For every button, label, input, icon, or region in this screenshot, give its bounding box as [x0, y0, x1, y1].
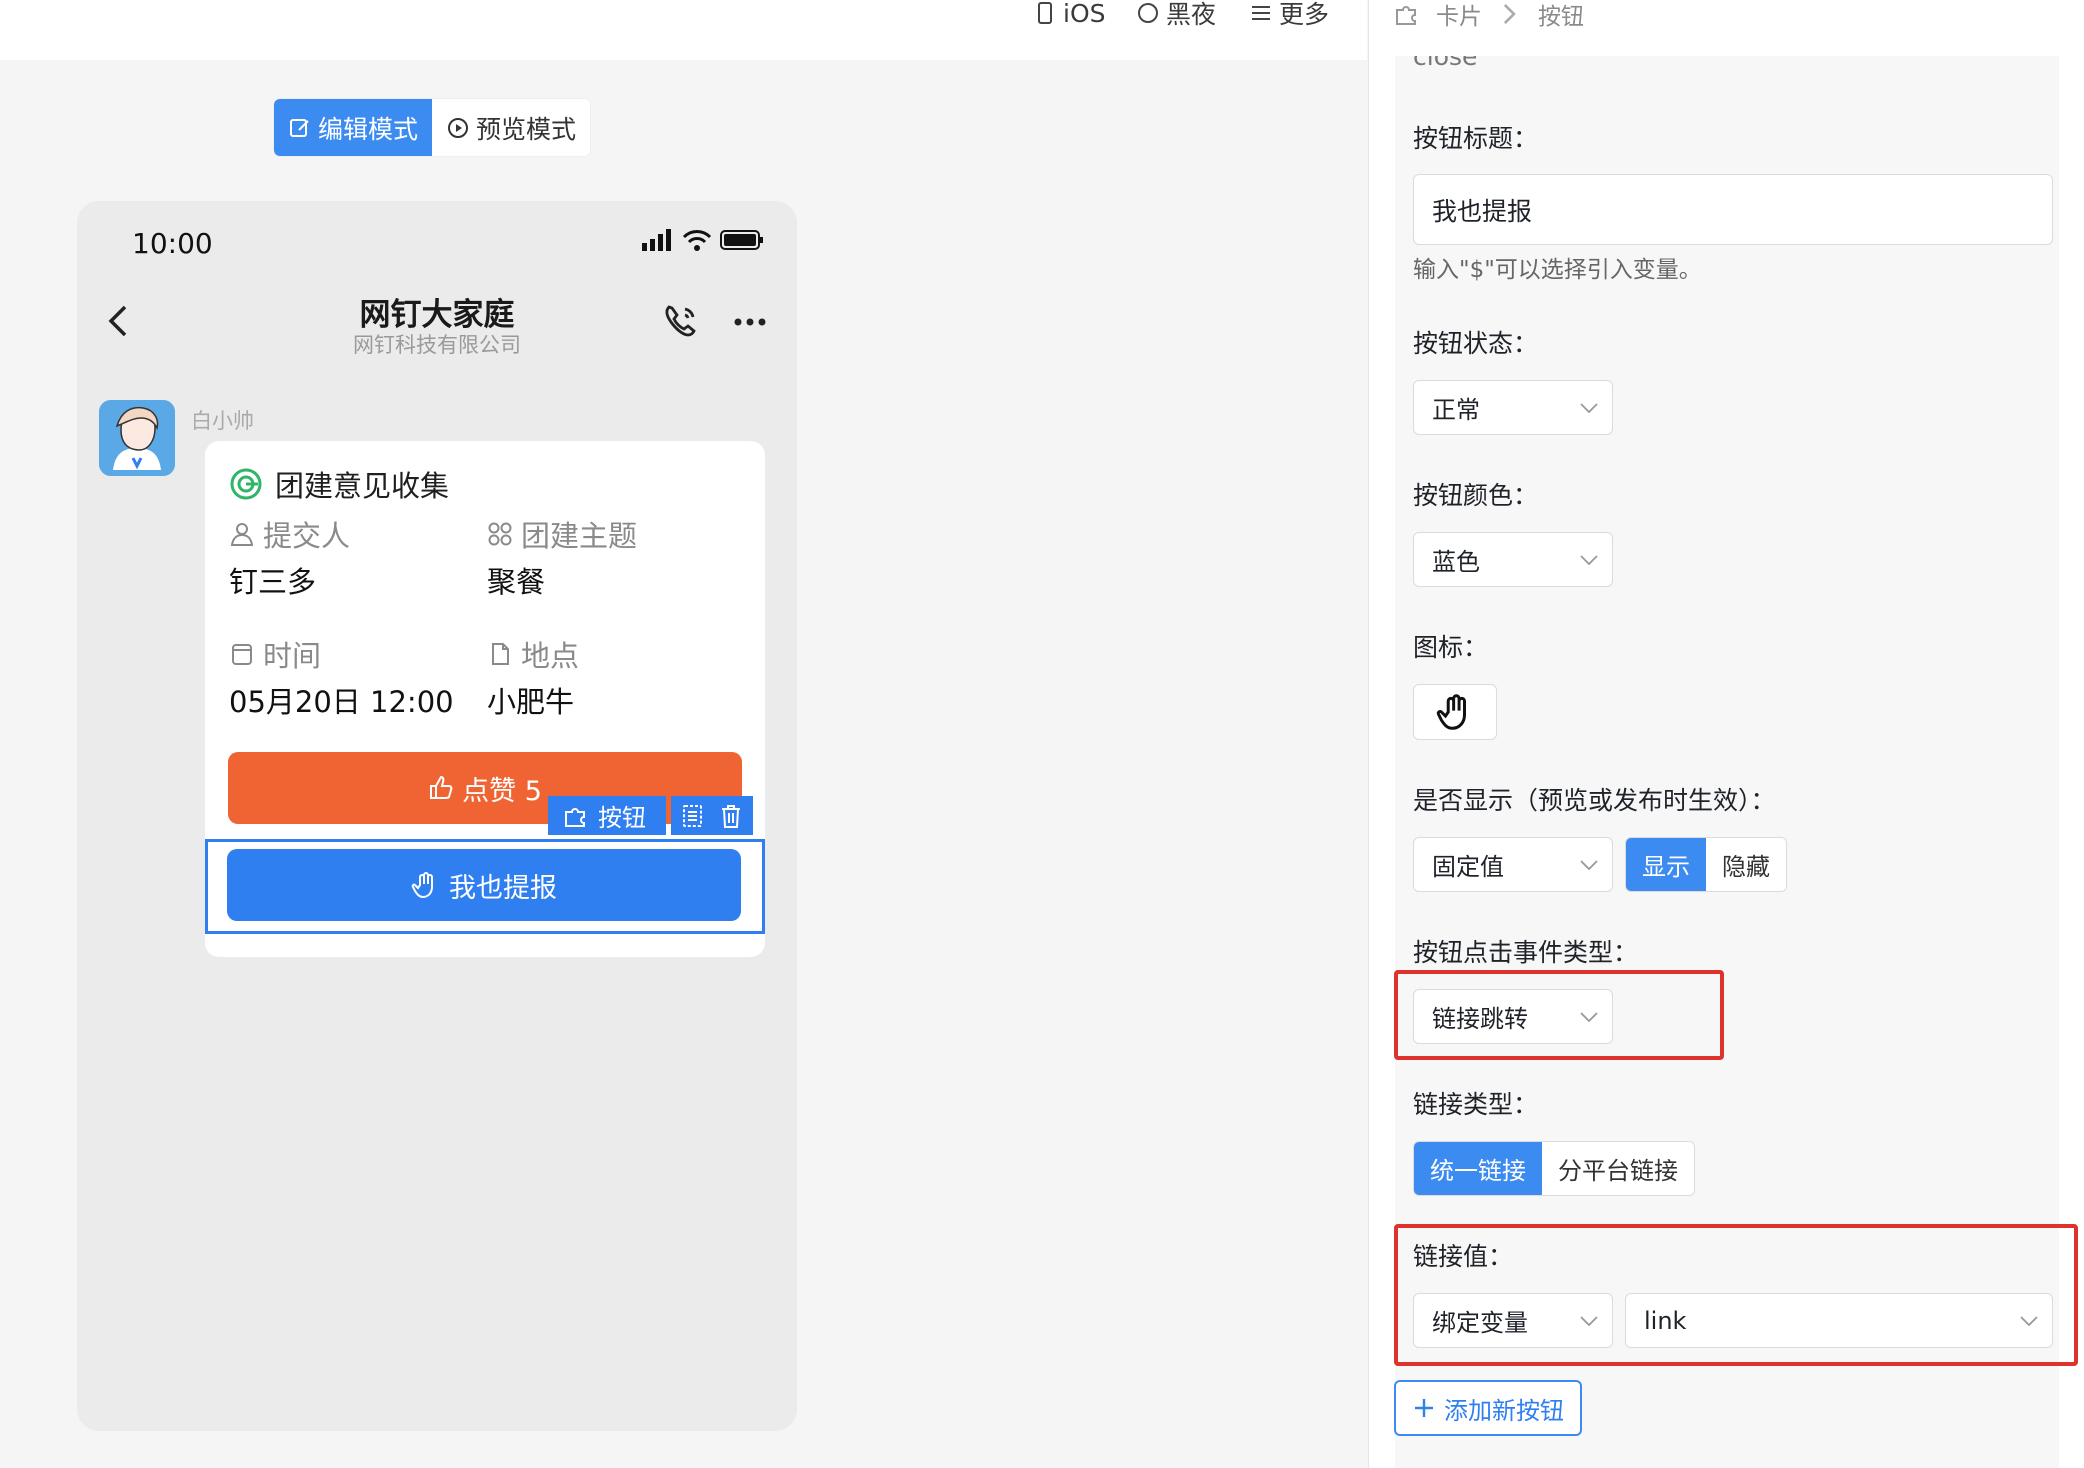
link-type-platform[interactable]: 分平台链接: [1542, 1142, 1694, 1195]
copy-icon[interactable]: [679, 802, 707, 830]
phone-icon: [1038, 2, 1052, 24]
avatar: [99, 400, 175, 476]
selection-toolbar: 按钮: [548, 796, 753, 835]
component-type-label: 按钮: [598, 804, 646, 832]
puzzle-icon: [565, 807, 585, 827]
field-value-location: 小肥牛: [487, 685, 575, 719]
field-label-text: 提交人: [263, 519, 351, 553]
hand-icon: [1436, 694, 1466, 730]
title-label: 按钮标题：: [1413, 124, 1539, 153]
highlight-event-type: [1394, 970, 1724, 1060]
sender-name: 白小帅: [191, 409, 254, 433]
color-select-value: 蓝色: [1432, 548, 1480, 576]
status-icons: [642, 229, 764, 251]
state-label: 按钮状态：: [1413, 329, 1539, 358]
report-button[interactable]: 我也提报: [227, 849, 741, 921]
signal-icon: [642, 229, 671, 251]
more-menu[interactable]: 更多: [1249, 0, 1329, 29]
breadcrumb-current: 按钮: [1538, 4, 1584, 30]
event-type-label: 按钮点击事件类型：: [1413, 938, 1639, 967]
display-mode-select[interactable]: 固定值: [1413, 837, 1613, 892]
color-label: 按钮颜色：: [1413, 481, 1539, 510]
chevron-down-icon: [1580, 859, 1598, 870]
icon-label: 图标：: [1413, 633, 1489, 662]
card-title: 团建意见收集: [275, 469, 450, 503]
edit-icon: [290, 118, 309, 137]
field-value-time: 05月20日 12:00: [229, 685, 454, 719]
form-collect-icon: [230, 468, 262, 500]
message-card: 团建意见收集 提交人 钉三多 团建主题 聚餐 时间 05月20日 12:00 地…: [205, 441, 765, 957]
more-dots-icon[interactable]: [733, 307, 767, 337]
top-toolbar: iOS 黑夜 更多: [0, 0, 1367, 60]
dark-mode-toggle[interactable]: 黑夜: [1136, 0, 1216, 29]
icon-picker[interactable]: [1413, 684, 1497, 740]
link-type-label: 链接类型：: [1413, 1090, 1539, 1119]
title-input-value: 我也提报: [1432, 196, 1533, 226]
wifi-icon: [682, 230, 712, 251]
field-value-theme: 聚餐: [487, 565, 546, 599]
thumbs-up-icon: [430, 775, 453, 799]
like-button-label: 点赞 5: [462, 775, 542, 807]
field-value-submitter: 钉三多: [229, 565, 317, 599]
link-type-toggle: 统一链接 分平台链接: [1413, 1141, 1695, 1196]
state-select-value: 正常: [1432, 396, 1480, 424]
title-help-text: 输入"$"可以选择引入变量。: [1413, 257, 1702, 283]
ios-label: iOS: [1063, 0, 1106, 28]
grid-icon: [488, 522, 512, 546]
more-label: 更多: [1279, 0, 1330, 29]
color-select[interactable]: 蓝色: [1413, 532, 1613, 587]
display-hide-option[interactable]: 隐藏: [1706, 838, 1786, 891]
display-mode-value: 固定值: [1432, 853, 1504, 881]
preview-mode-label: 预览模式: [476, 114, 577, 144]
component-type-tag[interactable]: 按钮: [548, 796, 666, 835]
play-circle-icon: [448, 117, 469, 138]
phone-call-icon[interactable]: [661, 301, 701, 341]
dark-label: 黑夜: [1166, 0, 1217, 29]
puzzle-icon: [1396, 6, 1416, 25]
field-label-location: 地点: [487, 633, 579, 675]
display-show-option[interactable]: 显示: [1626, 838, 1706, 891]
truncated-text: close: [1413, 56, 1478, 71]
plus-icon: [1415, 1399, 1433, 1417]
highlight-link-value: [1394, 1224, 2078, 1366]
link-type-unified[interactable]: 统一链接: [1414, 1142, 1542, 1195]
avatar-illustration-icon: [99, 400, 175, 476]
status-time: 10:00: [132, 227, 213, 260]
state-select[interactable]: 正常: [1413, 380, 1613, 435]
preview-mode-button[interactable]: 预览模式: [432, 99, 591, 156]
title-input[interactable]: 我也提报: [1413, 174, 2053, 245]
breadcrumb-card[interactable]: 卡片: [1436, 0, 1482, 31]
canvas-area: iOS 黑夜 更多 编辑模式 预览模式 10:00 网钉大家庭 网钉科技有限公司: [0, 0, 1367, 1468]
breadcrumb: 卡片 按钮: [1394, 0, 1584, 31]
field-label-submitter: 提交人: [229, 513, 350, 555]
add-button-label: 添加新按钮: [1444, 1396, 1564, 1425]
report-button-label: 我也提报: [449, 872, 557, 904]
field-label-text: 时间: [263, 639, 322, 673]
edit-mode-button[interactable]: 编辑模式: [274, 99, 433, 156]
menu-icon: [1252, 6, 1270, 20]
ios-toggle[interactable]: iOS: [1033, 0, 1106, 28]
hand-icon: [411, 872, 433, 899]
calendar-icon: [232, 644, 252, 665]
chevron-down-icon: [1580, 554, 1598, 565]
display-label: 是否显示（预览或发布时生效）：: [1413, 786, 1776, 815]
field-label-text: 团建主题: [521, 519, 638, 553]
card-header: 团建意见收集: [229, 463, 449, 505]
trash-icon[interactable]: [717, 802, 745, 830]
moon-icon: [1138, 3, 1158, 23]
chevron-down-icon: [1580, 402, 1598, 413]
field-label-text: 地点: [521, 639, 580, 673]
document-icon: [492, 643, 509, 665]
chevron-right-icon: [1503, 3, 1516, 25]
add-button[interactable]: 添加新按钮: [1394, 1380, 1582, 1436]
component-ops: [671, 796, 753, 835]
field-label-time: 时间: [229, 633, 321, 675]
mode-switch: 编辑模式 预览模式: [274, 99, 591, 156]
person-icon: [230, 523, 254, 546]
edit-mode-label: 编辑模式: [318, 114, 419, 144]
phone-preview: 10:00 网钉大家庭 网钉科技有限公司 白小帅 团建意见收集 提交人 钉三多 …: [77, 201, 797, 1431]
field-label-theme: 团建主题: [487, 513, 637, 555]
display-toggle: 显示 隐藏: [1625, 837, 1787, 892]
battery-icon: [720, 230, 763, 250]
